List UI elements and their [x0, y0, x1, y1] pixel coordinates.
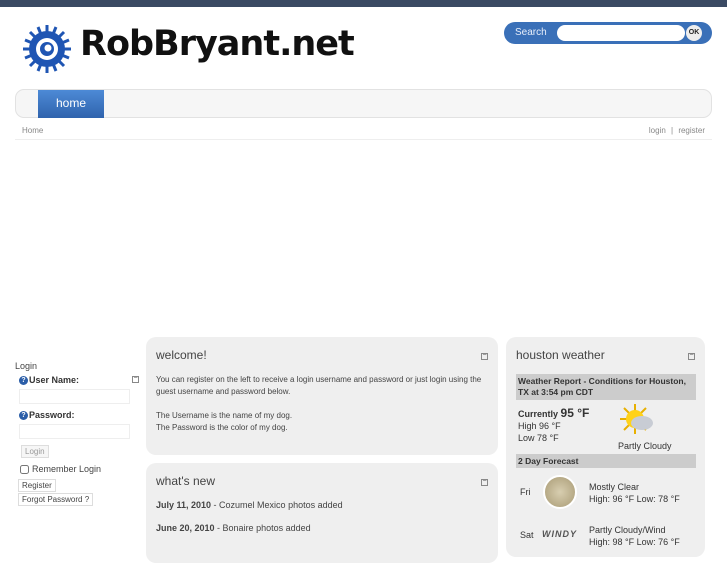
weather-box: houston weather − Weather Report - Condi…: [506, 337, 705, 557]
site-title[interactable]: RobBryant.net: [80, 24, 355, 64]
collapse-icon[interactable]: −: [481, 478, 488, 486]
collapse-icon[interactable]: −: [132, 375, 139, 383]
logo-icon: [23, 25, 71, 73]
forgot-password-button[interactable]: Forgot Password ?: [18, 493, 94, 506]
high-temp: High 96 °F: [518, 421, 561, 431]
whats-new-title: what's new: [156, 474, 215, 488]
current-condition: Partly Cloudy: [618, 441, 672, 451]
welcome-text: You can register on the left to receive …: [156, 375, 482, 396]
password-label: Password:: [29, 410, 75, 420]
collapse-icon[interactable]: −: [688, 352, 695, 360]
search-ok-button[interactable]: OK: [686, 25, 702, 41]
login-link[interactable]: login: [649, 126, 666, 135]
top-bar: [0, 0, 727, 7]
low-temp: Low 78 °F: [518, 433, 559, 443]
register-button[interactable]: Register: [18, 479, 56, 492]
weather-report-header: Weather Report - Conditions for Houston,…: [516, 374, 696, 400]
forecast-day: Fri: [520, 487, 531, 497]
forecast-temps: High: 96 °F Low: 78 °F: [589, 494, 680, 504]
login-title: Login: [15, 361, 38, 371]
search-label: Search: [515, 27, 547, 38]
windy-icon: WINDY: [542, 529, 577, 539]
forecast-day: Sat: [520, 530, 534, 540]
help-icon[interactable]: ?: [19, 375, 28, 385]
forecast-temps: High: 98 °F Low: 76 °F: [589, 537, 680, 547]
currently-label: Currently: [518, 409, 559, 419]
forecast-header: 2 Day Forecast: [516, 454, 696, 468]
search-input[interactable]: [557, 25, 685, 41]
login-button[interactable]: Login: [21, 445, 49, 458]
forecast-condition: Mostly Clear: [589, 482, 640, 492]
separator: |: [671, 126, 674, 135]
partly-cloudy-icon: [620, 404, 653, 434]
current-temp: 95 °F: [560, 406, 590, 420]
main-nav: home: [15, 89, 712, 118]
register-link[interactable]: register: [678, 126, 705, 135]
welcome-text: The Username is the name of my dog.: [156, 411, 293, 420]
weather-title: houston weather: [516, 348, 605, 362]
divider: [15, 139, 712, 140]
welcome-text: The Password is the color of my dog.: [156, 423, 288, 432]
help-icon[interactable]: ?: [19, 410, 28, 420]
username-input[interactable]: [19, 389, 130, 404]
login-panel: Login − ? User Name: ? Password: Login Rem…: [15, 361, 145, 506]
password-input[interactable]: [19, 424, 130, 439]
whats-new-box: what's new − July 11, 2010 - Cozumel Mex…: [146, 463, 498, 563]
nav-home[interactable]: home: [38, 90, 104, 118]
user-links: login | register: [649, 126, 705, 135]
collapse-icon[interactable]: −: [481, 352, 488, 360]
remember-login-checkbox[interactable]: [20, 464, 29, 474]
news-item: July 11, 2010 - Cozumel Mexico photos ad…: [156, 500, 343, 510]
welcome-box: welcome! − You can register on the left …: [146, 337, 498, 455]
forecast-condition: Partly Cloudy/Wind: [589, 525, 666, 535]
remember-login-label: Remember Login: [32, 464, 102, 474]
username-label: User Name:: [29, 375, 80, 385]
search-bar: Search OK: [504, 22, 712, 44]
welcome-title: welcome!: [156, 348, 207, 362]
news-item: June 20, 2010 - Bonaire photos added: [156, 523, 311, 533]
moon-icon: [543, 475, 577, 509]
breadcrumb[interactable]: Home: [22, 126, 43, 135]
